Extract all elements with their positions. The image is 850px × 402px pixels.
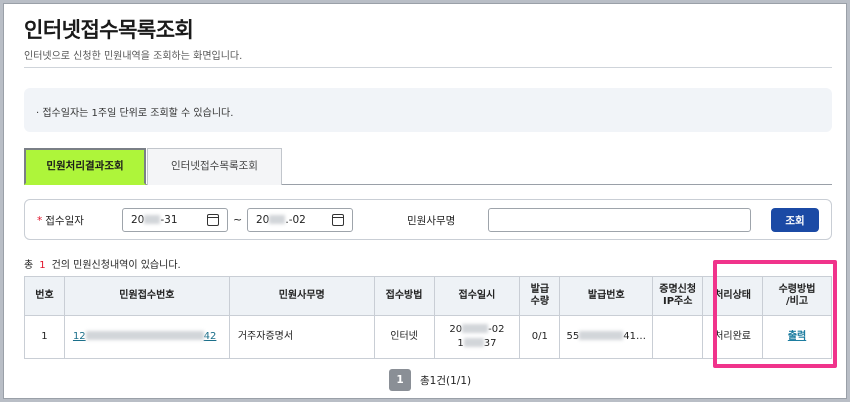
- title-divider: [24, 67, 832, 68]
- received-line1-prefix: 20: [449, 324, 463, 335]
- cell-office-name: 거주자증명서: [228, 315, 375, 359]
- col-ip: 증명신청 IP주소: [652, 276, 704, 316]
- col-method: 접수방법: [373, 276, 435, 316]
- redacted-mask: [144, 215, 161, 224]
- col-ip-line1: 증명신청: [659, 284, 697, 295]
- count-number: 1: [39, 260, 46, 271]
- date-to-input[interactable]: 20 .-02: [247, 208, 353, 232]
- col-ip-line2: IP주소: [662, 296, 693, 307]
- calendar-icon[interactable]: [207, 214, 219, 226]
- col-receipt-no: 민원접수번호: [63, 276, 230, 316]
- page-subtitle: 인터넷으로 신청한 민원내역을 조회하는 화면입니다.: [24, 51, 243, 62]
- cell-issue-no: 55 41…: [559, 315, 654, 359]
- date-label-text: 접수일자: [45, 215, 84, 227]
- page-title: 인터넷접수목록조회: [24, 18, 194, 42]
- office-name-label: 민원사무명: [407, 215, 456, 227]
- col-no: 번호: [24, 276, 65, 316]
- redacted-mask: [579, 331, 624, 340]
- notice-text: · 접수일자는 1주일 단위로 조회할 수 있습니다.: [36, 108, 234, 119]
- cell-ip: [652, 315, 704, 359]
- received-line2-suffix: 37: [483, 338, 497, 349]
- col-received-at: 접수일시: [433, 276, 521, 316]
- page-button-current[interactable]: 1: [389, 369, 411, 391]
- table-header-row: 번호 민원접수번호 민원사무명 접수방법 접수일시 발급 수량 발급번호 증명신청…: [24, 276, 832, 316]
- issue-no-start: 55: [566, 331, 580, 342]
- search-panel: * 접수일자 20 -31 ~ 20 .-02 민원사무명 조회: [24, 199, 832, 240]
- highlight-box: [713, 260, 837, 368]
- notice-box: · 접수일자는 1주일 단위로 조회할 수 있습니다.: [24, 88, 832, 132]
- tab-bar: 민원처리결과조회 인터넷접수목록조회: [24, 148, 832, 185]
- col-office-name: 민원사무명: [228, 276, 375, 316]
- col-issue-qty-line2: 수량: [530, 296, 550, 307]
- col-issue-qty: 발급 수량: [519, 276, 561, 316]
- cell-method: 인터넷: [373, 315, 435, 359]
- date-to-suffix: .-02: [285, 214, 306, 226]
- tab-civil-result[interactable]: 민원처리결과조회: [24, 148, 146, 185]
- col-issue-qty-line1: 발급: [530, 284, 550, 295]
- app-window: 인터넷접수목록조회 인터넷으로 신청한 민원내역을 조회하는 화면입니다. · …: [3, 3, 847, 399]
- cell-issue-qty: 0/1: [519, 315, 561, 359]
- col-issue-no: 발급번호: [559, 276, 654, 316]
- receipt-no-link[interactable]: 12 42: [73, 331, 216, 342]
- result-count: 총 1 건의 민원신청내역이 있습니다.: [24, 256, 181, 271]
- date-from-input[interactable]: 20 -31: [122, 208, 228, 232]
- tab-internet-receipts[interactable]: 인터넷접수목록조회: [147, 148, 282, 185]
- redacted-mask: [463, 338, 484, 347]
- cell-receipt-no[interactable]: 12 42: [63, 315, 230, 359]
- table-row: 1 12 42 거주자증명서 인터넷 20 -02 1 37 0/1 55 41… 처리…: [24, 315, 832, 359]
- cell-received-at: 20 -02 1 37: [433, 315, 521, 359]
- search-button[interactable]: 조회: [771, 208, 819, 232]
- calendar-icon[interactable]: [332, 214, 344, 226]
- cell-no: 1: [24, 315, 65, 359]
- count-suffix: 건의 민원신청내역이 있습니다.: [51, 260, 181, 271]
- date-from-suffix: -31: [160, 214, 178, 226]
- count-prefix: 총: [24, 260, 34, 271]
- office-name-input[interactable]: [488, 208, 751, 232]
- redacted-mask: [462, 324, 489, 333]
- receipt-no-end: 42: [203, 331, 217, 342]
- required-mark: *: [37, 215, 43, 227]
- date-to-prefix: 20: [256, 214, 270, 226]
- receipt-no-start: 12: [72, 331, 86, 342]
- date-label: * 접수일자: [37, 213, 84, 228]
- issue-no-end: 41…: [623, 331, 647, 342]
- results-table: 번호 민원접수번호 민원사무명 접수방법 접수일시 발급 수량 발급번호 증명신청…: [24, 276, 832, 359]
- date-from-prefix: 20: [131, 214, 145, 226]
- redacted-mask: [269, 215, 286, 224]
- redacted-mask: [85, 331, 204, 340]
- date-range-separator: ~: [233, 213, 243, 226]
- received-line1-suffix: -02: [488, 324, 505, 335]
- page-info: 총1건(1/1): [420, 375, 472, 387]
